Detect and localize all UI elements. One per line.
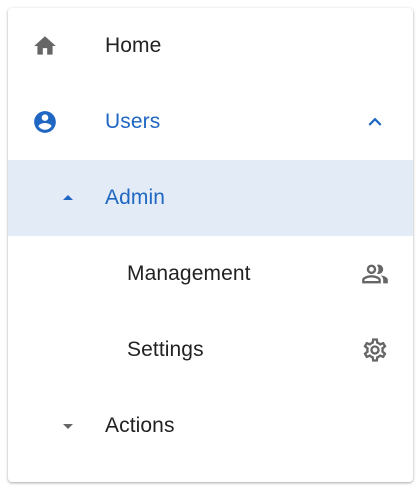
nav-item-label: Home [105, 34, 162, 57]
home-icon [32, 33, 58, 59]
nav-item-label: Admin [105, 186, 166, 209]
nav-item-admin[interactable]: Admin [8, 160, 413, 236]
arrow-down-icon[interactable] [55, 413, 81, 439]
nav-item-label: Users [105, 110, 161, 133]
chevron-up-icon[interactable] [361, 108, 389, 136]
nav-item-label: Management [127, 262, 251, 285]
nav-item-home[interactable]: Home [8, 8, 413, 84]
nav-item-actions[interactable]: Actions [8, 388, 413, 464]
nav-list: Home Users Admin Management Settings Act… [8, 8, 413, 482]
nav-item-label: Settings [127, 338, 204, 361]
nav-item-label: Actions [105, 414, 175, 437]
nav-drawer: Home Users Admin Management Settings Act… [8, 8, 413, 482]
account-circle-icon [32, 109, 58, 135]
arrow-up-icon[interactable] [55, 185, 81, 211]
nav-item-users[interactable]: Users [8, 84, 413, 160]
people-icon [361, 260, 389, 288]
gear-icon [361, 336, 389, 364]
nav-item-management[interactable]: Management [8, 236, 413, 312]
nav-item-settings[interactable]: Settings [8, 312, 413, 388]
